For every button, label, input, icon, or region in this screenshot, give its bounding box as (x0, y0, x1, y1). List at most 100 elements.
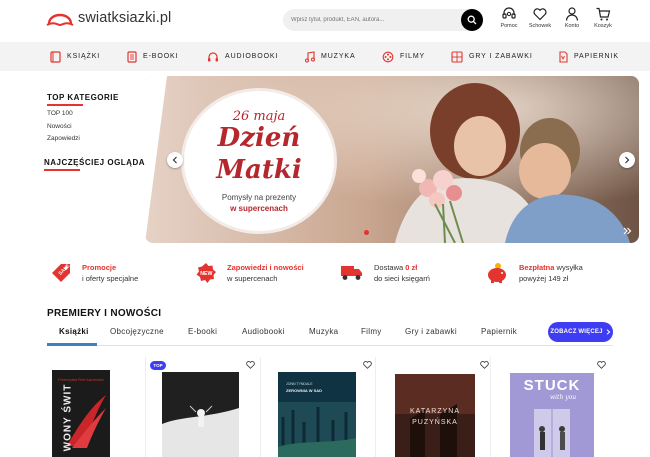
benefit-pre: Dostawa (374, 263, 406, 272)
nav-item-audiobooki[interactable]: AUDIOBOOKI (207, 42, 278, 71)
wishlist-button[interactable]: Schowek (525, 6, 555, 36)
see-more-label: ZOBACZ WIĘCEJ (550, 329, 603, 335)
headset-icon (502, 7, 516, 19)
book-cover[interactable] (162, 372, 239, 457)
headphones-icon (208, 51, 218, 61)
book-cover[interactable]: KATARZYNA PUZYŃSKA (395, 374, 475, 457)
cart-button[interactable]: Koszyk (588, 6, 618, 36)
chevron-right-icon (625, 156, 630, 164)
book-title: KATARZYNA PUZYŃSKA (410, 408, 460, 426)
nav-label: MUZYKA (321, 53, 356, 60)
chevron-right-icon (606, 329, 611, 335)
search-bar (283, 9, 483, 31)
hero-subtitle: Pomysły na prezenty (221, 193, 297, 202)
tab-gry[interactable]: Gry i zabawki (405, 327, 457, 336)
cart-label: Koszyk (594, 23, 612, 29)
sidebar-link-nowosci[interactable]: Nowości (47, 123, 72, 130)
help-button[interactable]: Pomoc (494, 6, 524, 36)
nav-item-ebooki[interactable]: E-BOOKI (127, 42, 178, 71)
see-more-button[interactable]: ZOBACZ WIĘCEJ (548, 322, 613, 342)
benefit-promocje[interactable]: SALE Promocje i oferty specjalne (50, 262, 138, 284)
tab-ksiazki[interactable]: Książki (59, 327, 89, 336)
wishlist-label: Schowek (528, 23, 552, 29)
nav-item-gry[interactable]: GRY I ZABAWKI (451, 42, 533, 71)
hero-banner[interactable]: 26 maja Dzień Matki Pomysły na prezenty … (145, 76, 639, 243)
nav-label: PAPIERNIK (574, 53, 619, 60)
heart-icon[interactable] (597, 361, 606, 369)
hero-title-line1: Dzień (217, 123, 301, 153)
benefit-zapowiedzi[interactable]: NEW Zapowiedzi i nowości w supercenach (195, 262, 304, 284)
tab-audiobooki[interactable]: Audiobooki (242, 327, 285, 336)
sidebar-link-zapowiedzi[interactable]: Zapowiedzi (47, 135, 80, 142)
site-logo[interactable]: swiatksiazki.pl (46, 8, 171, 28)
nav-item-filmy[interactable]: FILMY (382, 42, 425, 71)
tab-ebooki[interactable]: E-booki (188, 327, 217, 336)
benefit-title: Promocje (82, 263, 117, 272)
tab-obcojezyczne[interactable]: Obcojęzyczne (110, 327, 164, 336)
benefit-desc: do sieci księgarń (374, 274, 430, 283)
music-note-icon (305, 50, 315, 62)
hero-prev-button[interactable] (167, 152, 183, 168)
nav-item-ksiazki[interactable]: KSIĄŻKI (50, 42, 100, 71)
carousel-dot-active[interactable] (364, 230, 369, 235)
account-label: Konto (564, 23, 580, 29)
hero-next-button[interactable] (619, 152, 635, 168)
nav-item-papiernik[interactable]: PAPIERNIK (558, 42, 619, 71)
heart-icon[interactable] (480, 361, 489, 369)
benefit-title: 0 zł (405, 263, 418, 272)
benefit-desc: i oferty specjalne (82, 274, 139, 283)
film-icon (382, 51, 394, 62)
hero-subtitle-highlight: w supercenach (230, 204, 288, 213)
nav-item-muzyka[interactable]: MUZYKA (304, 42, 356, 71)
most-viewed-heading: NAJCZĘŚCIEJ OGLĄDANE (44, 158, 158, 171)
heart-icon[interactable] (363, 361, 372, 369)
nav-label: E-BOOKI (143, 53, 179, 60)
benefit-desc: powyżej 149 zł (519, 274, 569, 283)
top-categories-text: TOP KATEGORIE (47, 93, 119, 102)
top-categories-heading: TOP KATEGORIE (47, 93, 119, 106)
most-viewed-text: NAJCZĘŚCIEJ OGLĄDANE (44, 158, 158, 167)
nav-label: GRY I ZABAWKI (469, 53, 533, 60)
book-subtitle: with you (550, 394, 577, 401)
hero-title-line2: Matki (216, 155, 302, 185)
book-arc-icon (46, 13, 74, 27)
nav-label: FILMY (400, 53, 426, 60)
logo-text: swiatksiazki.pl (78, 10, 172, 26)
sidebar-link-top100[interactable]: TOP 100 (47, 110, 73, 117)
ebook-icon (127, 50, 137, 63)
heart-icon (533, 8, 547, 21)
section-title: PREMIERY I NOWOŚCI (47, 308, 162, 319)
benefit-title: Zapowiedzi i nowości (227, 263, 304, 272)
book-author: Przemysław Piotr Kaczmarek (58, 378, 104, 382)
user-icon (565, 7, 579, 21)
nav-label: AUDIOBOOKI (225, 53, 279, 60)
benefit-title: Bezpłatna (519, 263, 555, 272)
heading-underline (44, 169, 80, 171)
benefit-dostawa[interactable]: Dostawa 0 zł do sieci księgarń (340, 262, 430, 284)
astronaut-art (162, 372, 239, 457)
search-icon (467, 15, 477, 25)
new-badge-icon: NEW (196, 263, 216, 283)
tab-papiernik[interactable]: Papiernik (481, 327, 517, 336)
search-button[interactable] (461, 9, 483, 31)
book-cover[interactable]: JONN TYNDALE ZEROWNIA W SAD (278, 372, 356, 457)
help-label: Pomoc (500, 23, 518, 29)
heart-icon[interactable] (246, 361, 255, 369)
game-icon (451, 50, 463, 63)
hero-circle-badge: 26 maja Dzień Matki Pomysły na prezenty … (181, 88, 337, 234)
search-input[interactable] (291, 12, 456, 28)
sale-tag-icon: SALE (52, 263, 72, 282)
active-tab-indicator (47, 343, 97, 346)
tab-filmy[interactable]: Filmy (361, 327, 382, 336)
book-title: ZEROWNIA W SAD (286, 388, 323, 393)
benefit-desc: w supercenach (227, 274, 278, 283)
svg-text:NEW: NEW (200, 271, 212, 277)
benefit-wysylka[interactable]: Bezpłatna wysyłka powyżej 149 zł (485, 262, 583, 284)
book-cover[interactable]: Przemysław Piotr Kaczmarek WONY ŚWIT (52, 370, 110, 457)
forest-art (278, 402, 356, 457)
top-badge: TOP (150, 361, 166, 370)
book-cover[interactable]: STUCK with you (510, 373, 594, 457)
double-chevron-icon[interactable] (623, 227, 632, 235)
account-button[interactable]: Konto (557, 6, 587, 36)
tab-muzyka[interactable]: Muzyka (309, 327, 338, 336)
